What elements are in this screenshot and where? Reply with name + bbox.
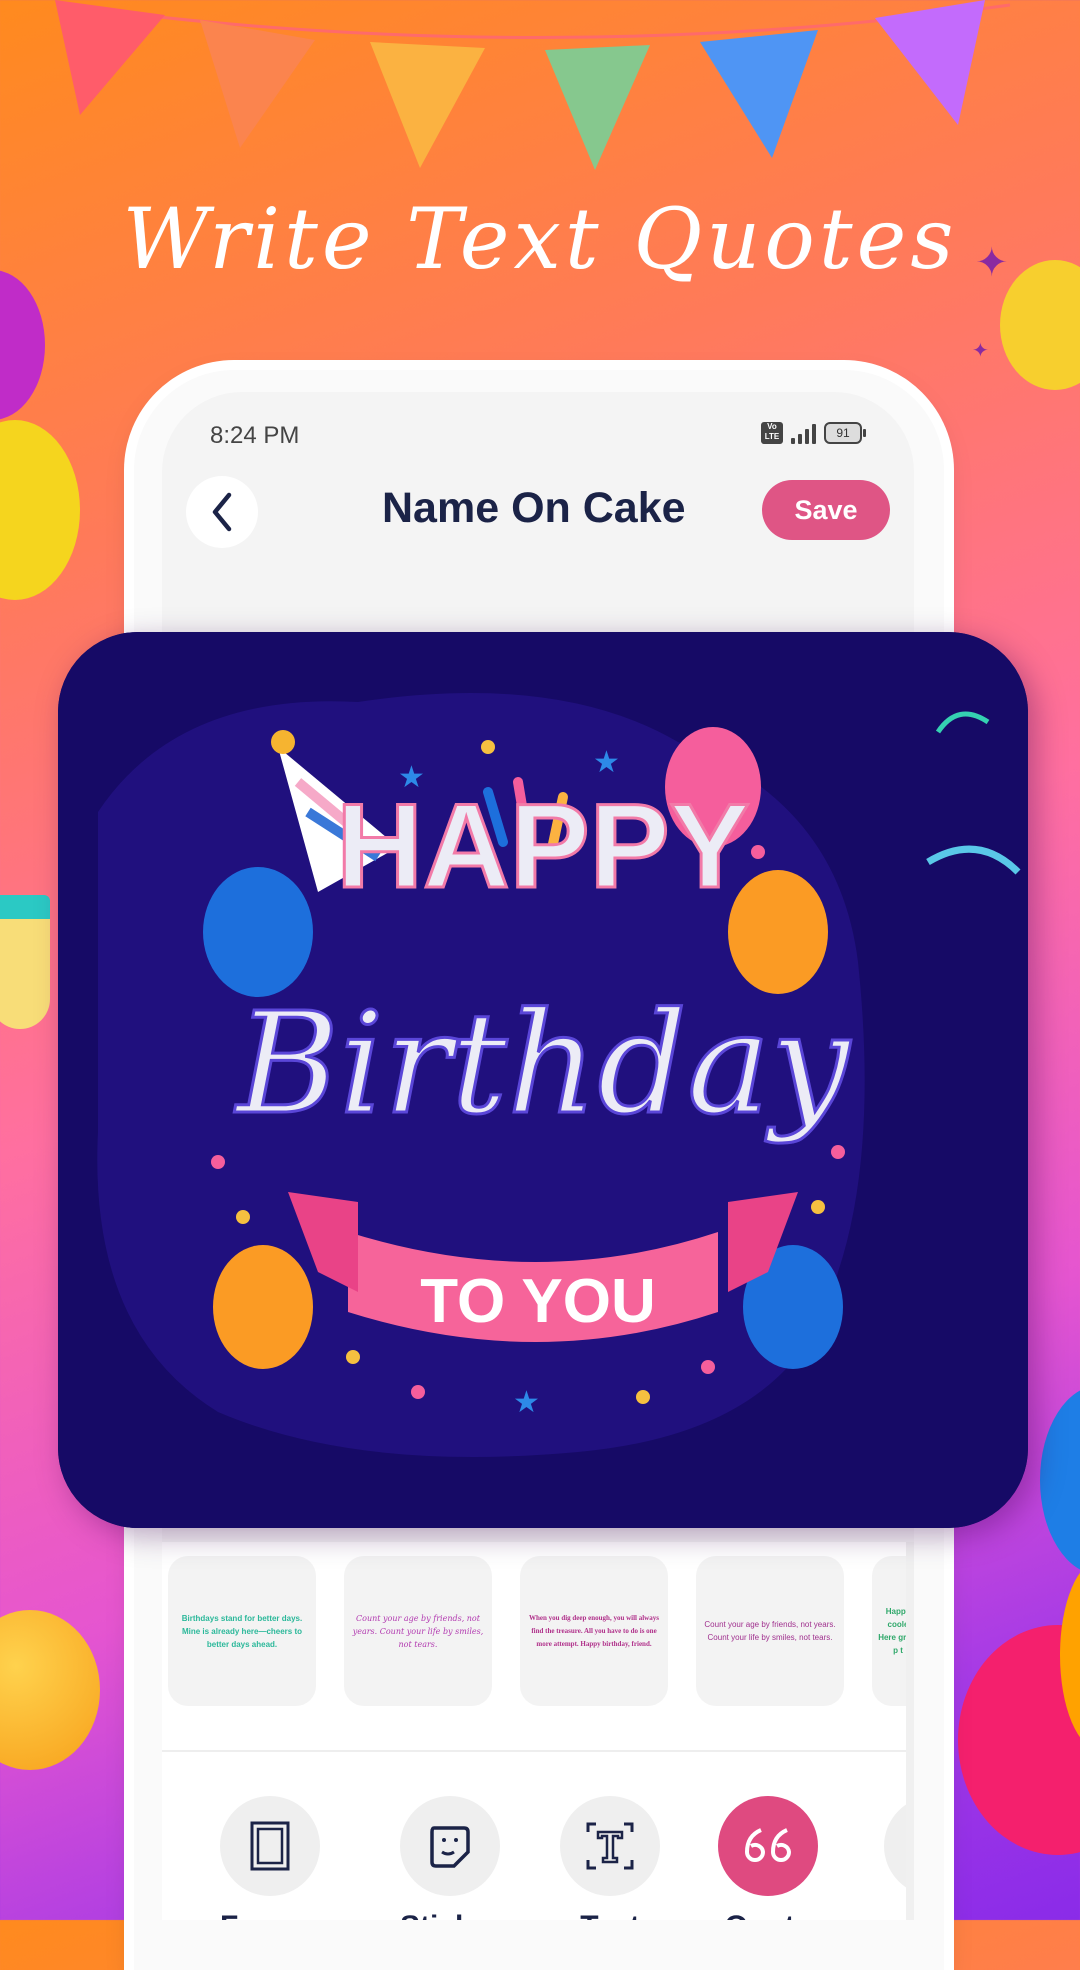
tool-label: Sticker [400, 1910, 500, 1920]
tool-quote[interactable]: Quote [718, 1796, 818, 1920]
pennant-green [545, 45, 650, 170]
back-button[interactable] [186, 476, 258, 548]
tool-text[interactable]: Text [560, 1796, 660, 1920]
canvas-line1: HAPPY [336, 779, 749, 913]
tool-frames[interactable]: Frames [220, 1796, 327, 1920]
chevron-left-icon [212, 492, 232, 532]
balloon-blue [203, 867, 313, 997]
signal-icon [791, 422, 816, 444]
sparkle-icon: ✦ [975, 241, 1009, 285]
volte-icon: Vo LTE [761, 422, 783, 444]
quote-text: Birthdays stand for better days. Mine is… [181, 1613, 303, 1649]
quote-icon [744, 1828, 792, 1862]
tool-bar: Frames Sticker Text Quote Ph [162, 1752, 914, 1920]
quote-card[interactable]: Count your age by friends, not years. Co… [696, 1556, 844, 1706]
save-button[interactable]: Save [762, 480, 890, 540]
balloon-blue-decoration [1040, 1385, 1080, 1575]
tool-label: Frames [220, 1910, 327, 1920]
quote-text: Count your age by friends, not years. Co… [704, 1620, 836, 1642]
canvas-line3: TO YOU [420, 1267, 655, 1336]
balloon-yellow-decoration [0, 420, 80, 600]
canvas-line2: Birthday [233, 983, 851, 1146]
quote-text: When you dig deep enough, you will alway… [529, 1613, 659, 1648]
pennant-blue [700, 30, 818, 158]
frame-icon [250, 1821, 290, 1871]
svg-text:★: ★ [398, 761, 425, 794]
birthday-artwork: HAPPY Birthday TO YOU ★ ★ ★ [58, 632, 1028, 1528]
svg-text:★: ★ [513, 1386, 540, 1419]
birthday-canvas[interactable]: HAPPY Birthday TO YOU ★ ★ ★ [58, 632, 1028, 1528]
tool-label: Text [560, 1910, 660, 1920]
quote-card[interactable]: When you dig deep enough, you will alway… [520, 1556, 668, 1706]
tool-label: Quote [718, 1910, 818, 1920]
quote-templates-list[interactable]: Birthdays stand for better days. Mine is… [162, 1542, 914, 1770]
quote-card[interactable]: Count your age by friends, not years. Co… [344, 1556, 492, 1706]
quote-card[interactable]: Birthdays stand for better days. Mine is… [168, 1556, 316, 1706]
bunting-decoration [55, 0, 1011, 170]
party-emoji-decoration [0, 1610, 100, 1770]
text-icon [586, 1822, 634, 1870]
tool-sticker[interactable]: Sticker [400, 1796, 500, 1920]
status-time: 8:24 PM [210, 422, 300, 449]
sticker-icon [430, 1826, 470, 1868]
pennant-purple [875, 0, 985, 125]
balloon-purple-decoration [0, 270, 45, 420]
svg-text:★: ★ [593, 746, 620, 779]
sparkle-small-icon: ✦ [972, 340, 989, 362]
pennant-yellow [370, 42, 485, 168]
pennant-orange [200, 20, 315, 148]
quote-text: Count your age by friends, not years. Co… [352, 1613, 484, 1649]
balloon-orange-low [213, 1245, 313, 1369]
battery-icon: 91 [824, 422, 866, 444]
pennant-red [55, 0, 165, 115]
page-title: Name On Cake [382, 484, 686, 532]
champagne-glass-decoration [0, 895, 50, 1029]
status-icons: Vo LTE 91 [761, 422, 866, 444]
scrollbar[interactable] [906, 1542, 914, 1920]
promo-headline: Write Text Quotes [122, 190, 958, 288]
